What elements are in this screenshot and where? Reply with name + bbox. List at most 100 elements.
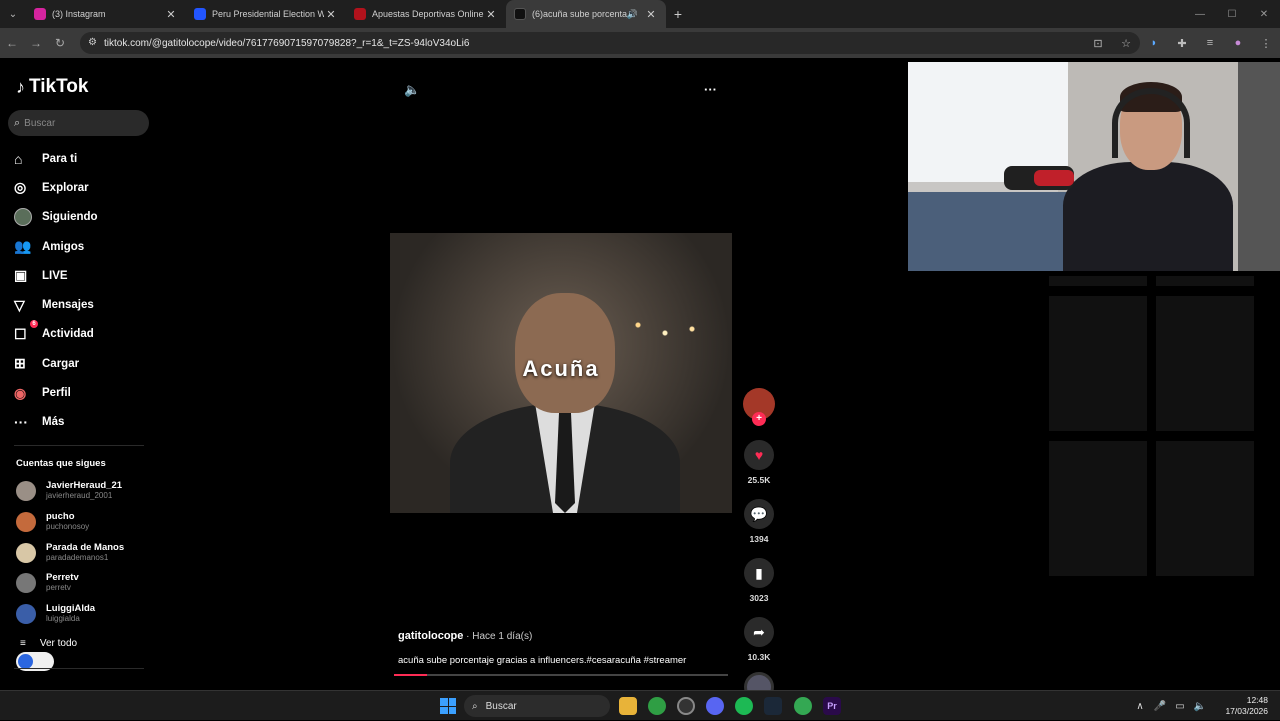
- followed-account[interactable]: Parada de Manos paradademanos1: [16, 542, 124, 563]
- share-button[interactable]: ➦: [744, 617, 774, 647]
- search-input[interactable]: ⌕ Buscar: [8, 110, 149, 136]
- mic-icon[interactable]: 🎤: [1150, 701, 1170, 712]
- follow-plus-icon[interactable]: +: [752, 412, 766, 426]
- nav-para-ti[interactable]: ⌂ Para ti: [14, 144, 159, 173]
- close-tab-icon[interactable]: ✕: [164, 8, 178, 21]
- nav-mas[interactable]: ··· Más: [14, 408, 159, 437]
- list-icon: ≡: [20, 638, 26, 649]
- like-count: 25.5K: [747, 475, 771, 485]
- windows-taskbar: ⌕ Buscar Pr ∧ 🎤 ▭ 🔈 12:48 17/03/2026: [0, 690, 1280, 720]
- window: [908, 62, 1068, 182]
- nav-explorar[interactable]: ◎ Explorar: [14, 173, 159, 202]
- avatar: [16, 511, 36, 532]
- volume-tray-icon[interactable]: 🔈: [1190, 701, 1210, 712]
- tab-tiktok-active[interactable]: (6)acuña sube porcentaje g 🔊 ✕: [506, 0, 666, 28]
- tab-instagram[interactable]: (3) Instagram ✕: [26, 0, 186, 28]
- video-progress-bar[interactable]: [394, 674, 728, 676]
- close-window-icon[interactable]: ✕: [1248, 0, 1280, 28]
- nav-live[interactable]: ▣ LIVE: [14, 261, 159, 290]
- tab-search-icon[interactable]: ⌄: [0, 0, 26, 28]
- nav-amigos[interactable]: 👥 Amigos: [14, 232, 159, 261]
- speaker-icon[interactable]: 🔊: [627, 9, 638, 20]
- spotify-icon[interactable]: [735, 697, 753, 715]
- menu-icon[interactable]: ⋮: [1252, 37, 1280, 50]
- shelf: [1238, 62, 1280, 271]
- tiktok-logo[interactable]: ♪ TikTok: [16, 76, 88, 98]
- grid-cell[interactable]: [1156, 441, 1254, 576]
- volume-icon[interactable]: 🔈: [404, 82, 420, 98]
- upload-icon: ⊞: [14, 355, 26, 372]
- minimize-icon[interactable]: —: [1184, 0, 1216, 28]
- site-info-icon[interactable]: ⚙: [88, 37, 97, 48]
- system-clock[interactable]: 12:48 17/03/2026: [1210, 695, 1280, 717]
- grid-cell[interactable]: [1049, 276, 1147, 286]
- send-icon: ▽: [14, 296, 25, 313]
- close-tab-icon[interactable]: ✕: [324, 8, 338, 21]
- nav-siguiendo[interactable]: Siguiendo: [14, 203, 159, 232]
- like-button[interactable]: ♥: [744, 440, 774, 470]
- headphones: [1112, 88, 1190, 158]
- followed-account[interactable]: JavierHeraud_21 javierheraud_2001: [16, 480, 122, 501]
- nav-perfil[interactable]: ◉ Perfil: [14, 378, 159, 407]
- friends-icon: 👥: [14, 238, 32, 255]
- city-lights: [620, 313, 710, 353]
- avatar: [16, 480, 36, 501]
- reload-icon[interactable]: ↻: [48, 28, 72, 58]
- obs-icon[interactable]: [677, 697, 695, 715]
- bookmark-star-icon[interactable]: ☆: [1112, 37, 1140, 50]
- profile-icon: ◉: [14, 384, 27, 401]
- followed-account[interactable]: Perretv perretv: [16, 572, 79, 593]
- person-head: [515, 293, 615, 413]
- chrome-profile-icon[interactable]: [794, 697, 812, 715]
- network-icon[interactable]: ▭: [1170, 701, 1190, 712]
- followed-account[interactable]: LuiggiAlda luiggialda: [16, 603, 95, 624]
- nav-cargar[interactable]: ⊞ Cargar: [14, 349, 159, 378]
- premiere-icon[interactable]: Pr: [823, 697, 841, 715]
- extension-icon[interactable]: ◗: [1140, 37, 1168, 49]
- save-button[interactable]: ▮: [744, 558, 774, 588]
- browser-tab-bar: ⌄ (3) Instagram ✕ Peru Presidential Elec…: [0, 0, 1280, 28]
- home-icon: ⌂: [14, 150, 23, 167]
- nav-mensajes[interactable]: ▽ Mensajes: [14, 290, 159, 319]
- taskbar-search[interactable]: ⌕ Buscar: [464, 695, 610, 717]
- url-field[interactable]: ⚙ tiktok.com/@gatitolocope/video/7617769…: [80, 32, 1140, 54]
- tab-apuestas[interactable]: Apuestas Deportivas Online | Ap ✕: [346, 0, 506, 28]
- comment-button[interactable]: 💬: [744, 499, 774, 529]
- compass-icon: ◎: [14, 179, 27, 196]
- followed-account[interactable]: pucho puchonosoy: [16, 511, 89, 532]
- grid-cell[interactable]: [1156, 276, 1254, 286]
- reading-list-icon[interactable]: ≡: [1196, 37, 1224, 49]
- video-author[interactable]: gatitolocope · Hace 1 día(s): [398, 630, 532, 642]
- maximize-icon[interactable]: ☐: [1216, 0, 1248, 28]
- follows-title: Cuentas que sigues: [16, 458, 106, 469]
- discord-icon[interactable]: [706, 697, 724, 715]
- tab-peru-election[interactable]: Peru Presidential Election Winn ✕: [186, 0, 346, 28]
- avatar: [16, 603, 36, 624]
- new-tab-button[interactable]: +: [666, 6, 690, 22]
- chrome-icon[interactable]: [648, 697, 666, 715]
- puzzle-icon[interactable]: ✚: [1168, 37, 1196, 50]
- more-options-icon[interactable]: ···: [704, 82, 717, 97]
- install-app-icon[interactable]: ⊡: [1084, 37, 1112, 50]
- nav-actividad[interactable]: ☐ 6 Actividad: [14, 319, 159, 349]
- chevron-up-icon[interactable]: ∧: [1130, 701, 1150, 712]
- video-overlay-text: Acuña: [522, 356, 600, 381]
- windows-start-icon[interactable]: [440, 698, 456, 714]
- author-avatar[interactable]: +: [743, 388, 775, 426]
- grid-cell[interactable]: [1049, 296, 1147, 431]
- see-all-link[interactable]: ≡ Ver todo: [20, 638, 77, 649]
- forward-icon[interactable]: →: [24, 28, 48, 58]
- close-tab-icon[interactable]: ✕: [484, 8, 498, 21]
- grid-cell[interactable]: [1049, 441, 1147, 576]
- avatar-icon: [14, 208, 32, 227]
- avatar: [16, 542, 36, 563]
- grid-cell[interactable]: [1156, 296, 1254, 431]
- back-icon[interactable]: ←: [0, 28, 24, 58]
- profile-avatar-icon[interactable]: ●: [1224, 37, 1252, 49]
- video-player[interactable]: Acuña: [390, 233, 732, 513]
- steam-icon[interactable]: [764, 697, 782, 715]
- heart-icon: ♥: [754, 447, 764, 463]
- close-tab-icon[interactable]: ✕: [644, 8, 658, 21]
- file-explorer-icon[interactable]: [619, 697, 637, 715]
- divider: [14, 445, 144, 446]
